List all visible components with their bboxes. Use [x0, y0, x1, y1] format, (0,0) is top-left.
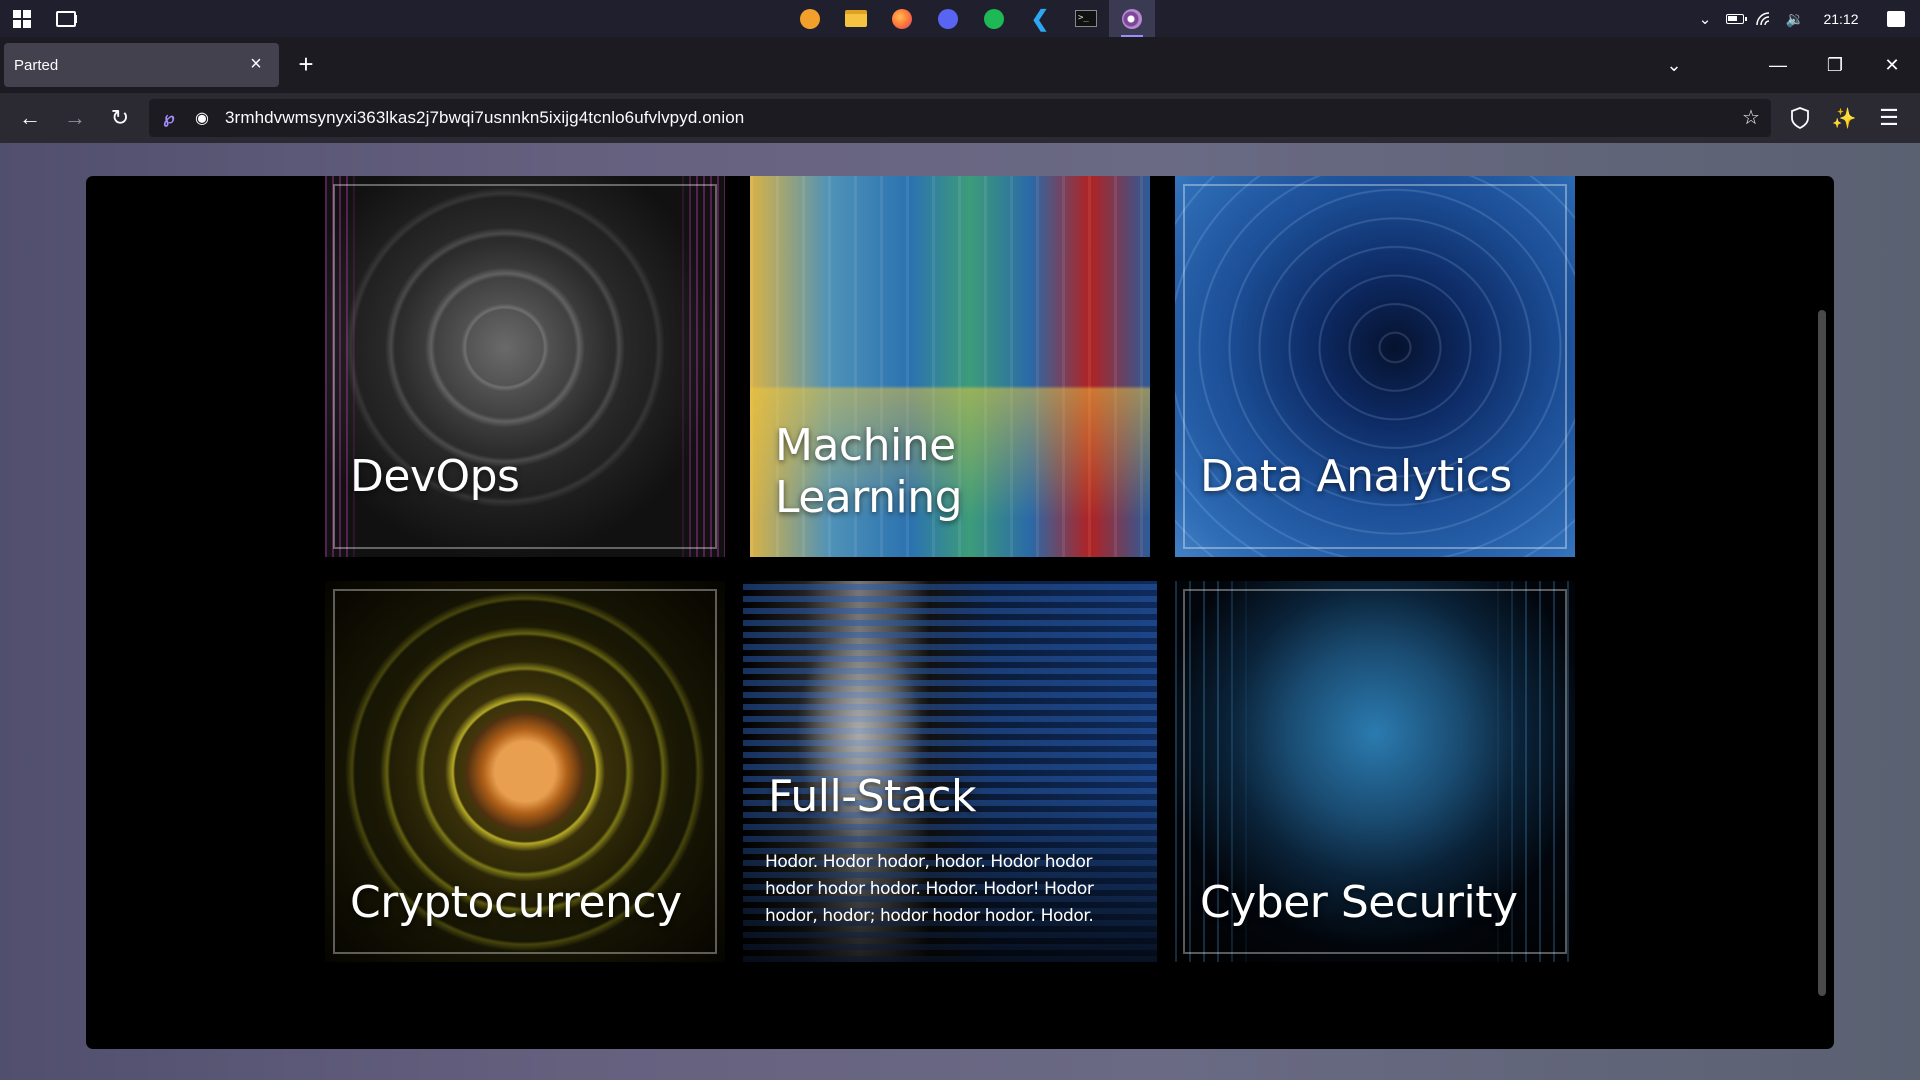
page-scrollbar[interactable] — [1818, 310, 1826, 996]
taskbar-clock[interactable]: 21:12 — [1810, 11, 1872, 27]
card-machine-learning[interactable]: Machine Learning — [750, 176, 1150, 557]
taskbar-app-discord[interactable] — [925, 0, 971, 37]
notification-icon — [1887, 10, 1905, 27]
windows-start-icon — [13, 9, 31, 28]
reload-icon: ↻ — [110, 105, 130, 130]
bookmark-star-icon[interactable]: ☆ — [1739, 106, 1763, 130]
card-title: Data Analytics — [1200, 451, 1512, 502]
card-cryptocurrency[interactable]: Cryptocurrency — [325, 581, 725, 962]
wifi-icon — [1756, 11, 1770, 25]
new-identity-button[interactable]: ✨ — [1826, 100, 1862, 136]
restore-icon: ❐ — [1826, 54, 1844, 75]
show-hidden-icons-button[interactable]: ⌄ — [1690, 0, 1720, 37]
taskbar-app-terminal[interactable]: >_ — [1063, 0, 1109, 37]
card-full-stack[interactable]: Full-Stack Hodor. Hodor hodor, hodor. Ho… — [743, 581, 1157, 962]
close-window-button[interactable]: ✕ — [1864, 37, 1920, 93]
task-view-button[interactable] — [44, 0, 88, 37]
address-bar[interactable]: ℘ ◉ 3rmhdvwmsynyxi363lkas2j7bwqi7usnnkn5… — [149, 99, 1771, 137]
start-button[interactable] — [0, 0, 44, 37]
terminal-icon: >_ — [1075, 10, 1097, 27]
hamburger-menu-icon: ☰ — [1879, 105, 1899, 130]
card-title: Full-Stack — [768, 771, 976, 822]
vscode-icon: ❮ — [1030, 5, 1050, 31]
volume-button[interactable]: 🔉 — [1780, 0, 1810, 37]
card-title: Machine Learning — [775, 420, 963, 523]
chevron-down-icon: ⌄ — [1666, 55, 1682, 75]
security-level-button[interactable] — [1782, 100, 1818, 136]
chevron-up-icon: ⌄ — [1698, 10, 1712, 28]
brave-icon — [800, 8, 820, 29]
forward-button[interactable]: → — [57, 100, 93, 136]
tor-circuit-icon[interactable]: ℘ — [158, 107, 180, 129]
new-tab-button[interactable]: + — [292, 51, 320, 79]
restore-button[interactable]: ❐ — [1807, 37, 1863, 93]
tor-onion-icon[interactable]: ◉ — [191, 107, 213, 129]
tor-browser-icon — [1122, 8, 1142, 29]
system-tray: ⌄ 🔉 21:12 — [1690, 0, 1920, 37]
taskbar-app-firefox[interactable] — [879, 0, 925, 37]
plus-icon: + — [298, 49, 314, 79]
spotify-icon — [984, 8, 1004, 29]
tab-title: Parted — [14, 56, 59, 74]
url-text[interactable]: 3rmhdvwmsynyxi363lkas2j7bwqi7usnnkn5ixij… — [225, 108, 744, 128]
firefox-icon — [892, 8, 912, 29]
speaker-icon: 🔉 — [1785, 10, 1805, 28]
battery-button[interactable] — [1720, 0, 1750, 37]
task-view-icon — [56, 10, 77, 27]
wifi-button[interactable] — [1750, 0, 1780, 37]
taskbar-left-group — [0, 0, 88, 37]
minimize-button[interactable]: — — [1750, 37, 1806, 93]
site-container: DevOps Machine Learning Data Analytics C… — [86, 176, 1834, 1049]
page-viewport: DevOps Machine Learning Data Analytics C… — [0, 143, 1920, 1080]
card-description: Hodor. Hodor hodor, hodor. Hodor hodor h… — [765, 852, 1094, 926]
file-explorer-icon — [845, 10, 867, 27]
reload-button[interactable]: ↻ — [102, 100, 138, 136]
minimize-icon: — — [1769, 54, 1787, 75]
card-title: DevOps — [350, 451, 520, 502]
taskbar-app-vscode[interactable]: ❮ — [1017, 0, 1063, 37]
taskbar-app-file-explorer[interactable] — [833, 0, 879, 37]
back-button[interactable]: ← — [12, 100, 48, 136]
windows-taskbar: ❮ >_ ⌄ 🔉 21:12 — [0, 0, 1920, 37]
battery-icon — [1726, 13, 1747, 24]
card-devops[interactable]: DevOps — [325, 176, 725, 557]
card-cyber-security[interactable]: Cyber Security — [1175, 581, 1575, 962]
browser-tab-bar: Parted × + ⌄ — ❐ ✕ — [0, 37, 1920, 93]
arrow-right-icon: → — [64, 105, 86, 130]
app-menu-button[interactable]: ☰ — [1871, 100, 1907, 136]
taskbar-app-spotify[interactable] — [971, 0, 1017, 37]
taskbar-app-brave[interactable] — [787, 0, 833, 37]
broom-icon: ✨ — [1831, 107, 1857, 130]
notification-center-button[interactable] — [1872, 0, 1920, 37]
card-data-analytics[interactable]: Data Analytics — [1175, 176, 1575, 557]
taskbar-pinned-apps: ❮ >_ — [787, 0, 1155, 37]
close-icon: ✕ — [1884, 54, 1900, 75]
arrow-left-icon: ← — [19, 105, 41, 130]
browser-toolbar: ← → ↻ ℘ ◉ 3rmhdvwmsynyxi363lkas2j7bwqi7u… — [0, 93, 1920, 143]
tab-parted[interactable]: Parted × — [4, 43, 279, 87]
list-all-tabs-button[interactable]: ⌄ — [1660, 51, 1688, 79]
card-title: Cryptocurrency — [350, 877, 682, 928]
card-title: Cyber Security — [1200, 877, 1518, 928]
discord-icon — [938, 8, 958, 29]
taskbar-app-tor-browser[interactable] — [1109, 0, 1155, 37]
close-tab-icon[interactable]: × — [245, 53, 267, 75]
shield-icon — [1791, 107, 1809, 129]
